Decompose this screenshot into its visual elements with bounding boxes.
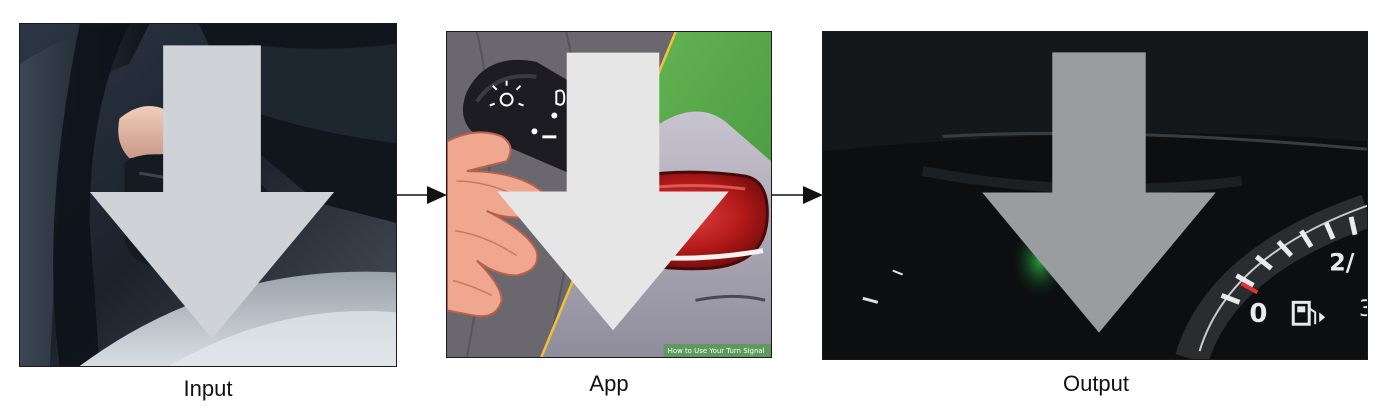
app-caption: App (589, 371, 629, 396)
flow-arrow (772, 186, 823, 204)
output-image: 0 2/ 3 (822, 31, 1368, 360)
download-icon[interactable] (24, 23, 397, 363)
download-icon[interactable] (451, 31, 772, 354)
app-illustration: ≢D How to Use Your Turn Signal (446, 31, 772, 358)
output-caption: Output (1062, 371, 1130, 396)
download-icon[interactable] (827, 31, 1368, 356)
flow-arrow (397, 186, 447, 204)
input-image: ▯◦ ▢ ••• ◇ ♦ ▴ (19, 23, 397, 367)
input-caption: Input (183, 376, 233, 401)
